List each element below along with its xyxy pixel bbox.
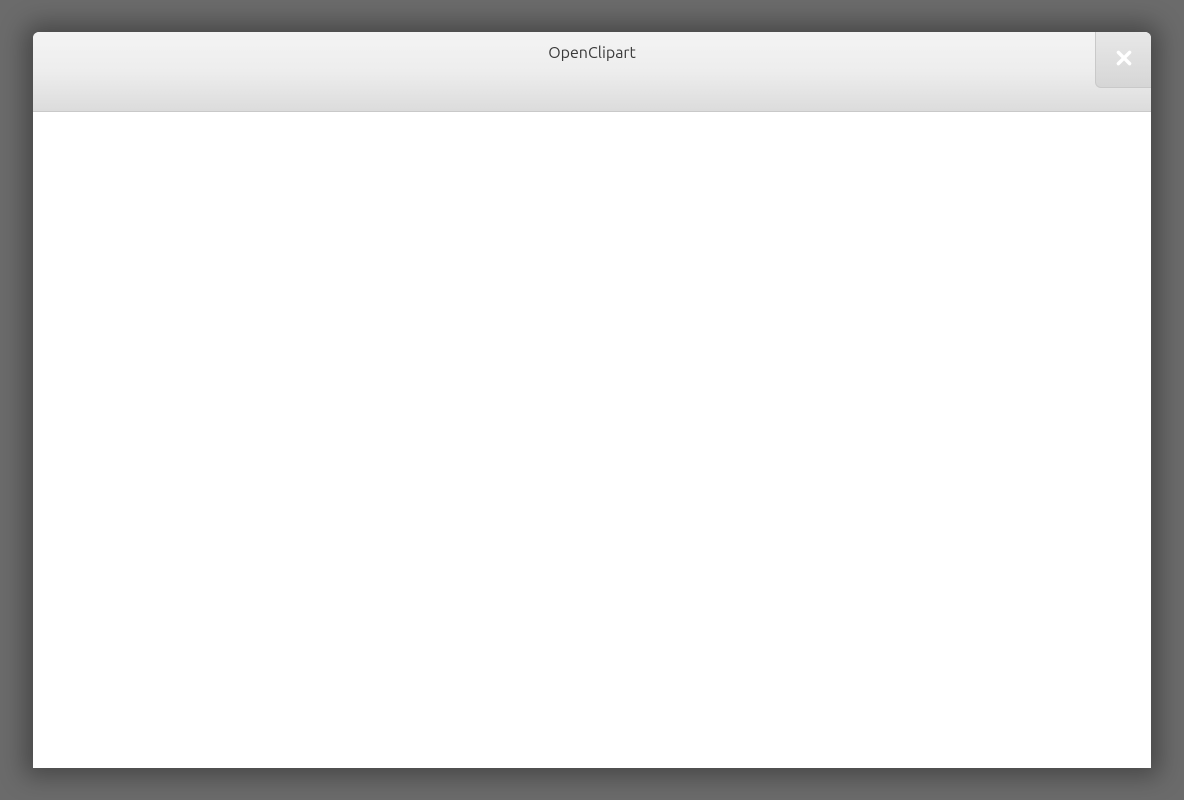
content-area[interactable]	[33, 112, 1151, 768]
dialog-window: OpenClipart	[33, 32, 1151, 768]
content-inner	[33, 112, 1151, 768]
dialog-backdrop: OpenClipart	[0, 0, 1184, 800]
dialog-titlebar: OpenClipart	[33, 32, 1151, 112]
close-icon	[1115, 49, 1133, 70]
dialog-title: OpenClipart	[33, 44, 1151, 62]
close-button[interactable]	[1095, 32, 1151, 88]
